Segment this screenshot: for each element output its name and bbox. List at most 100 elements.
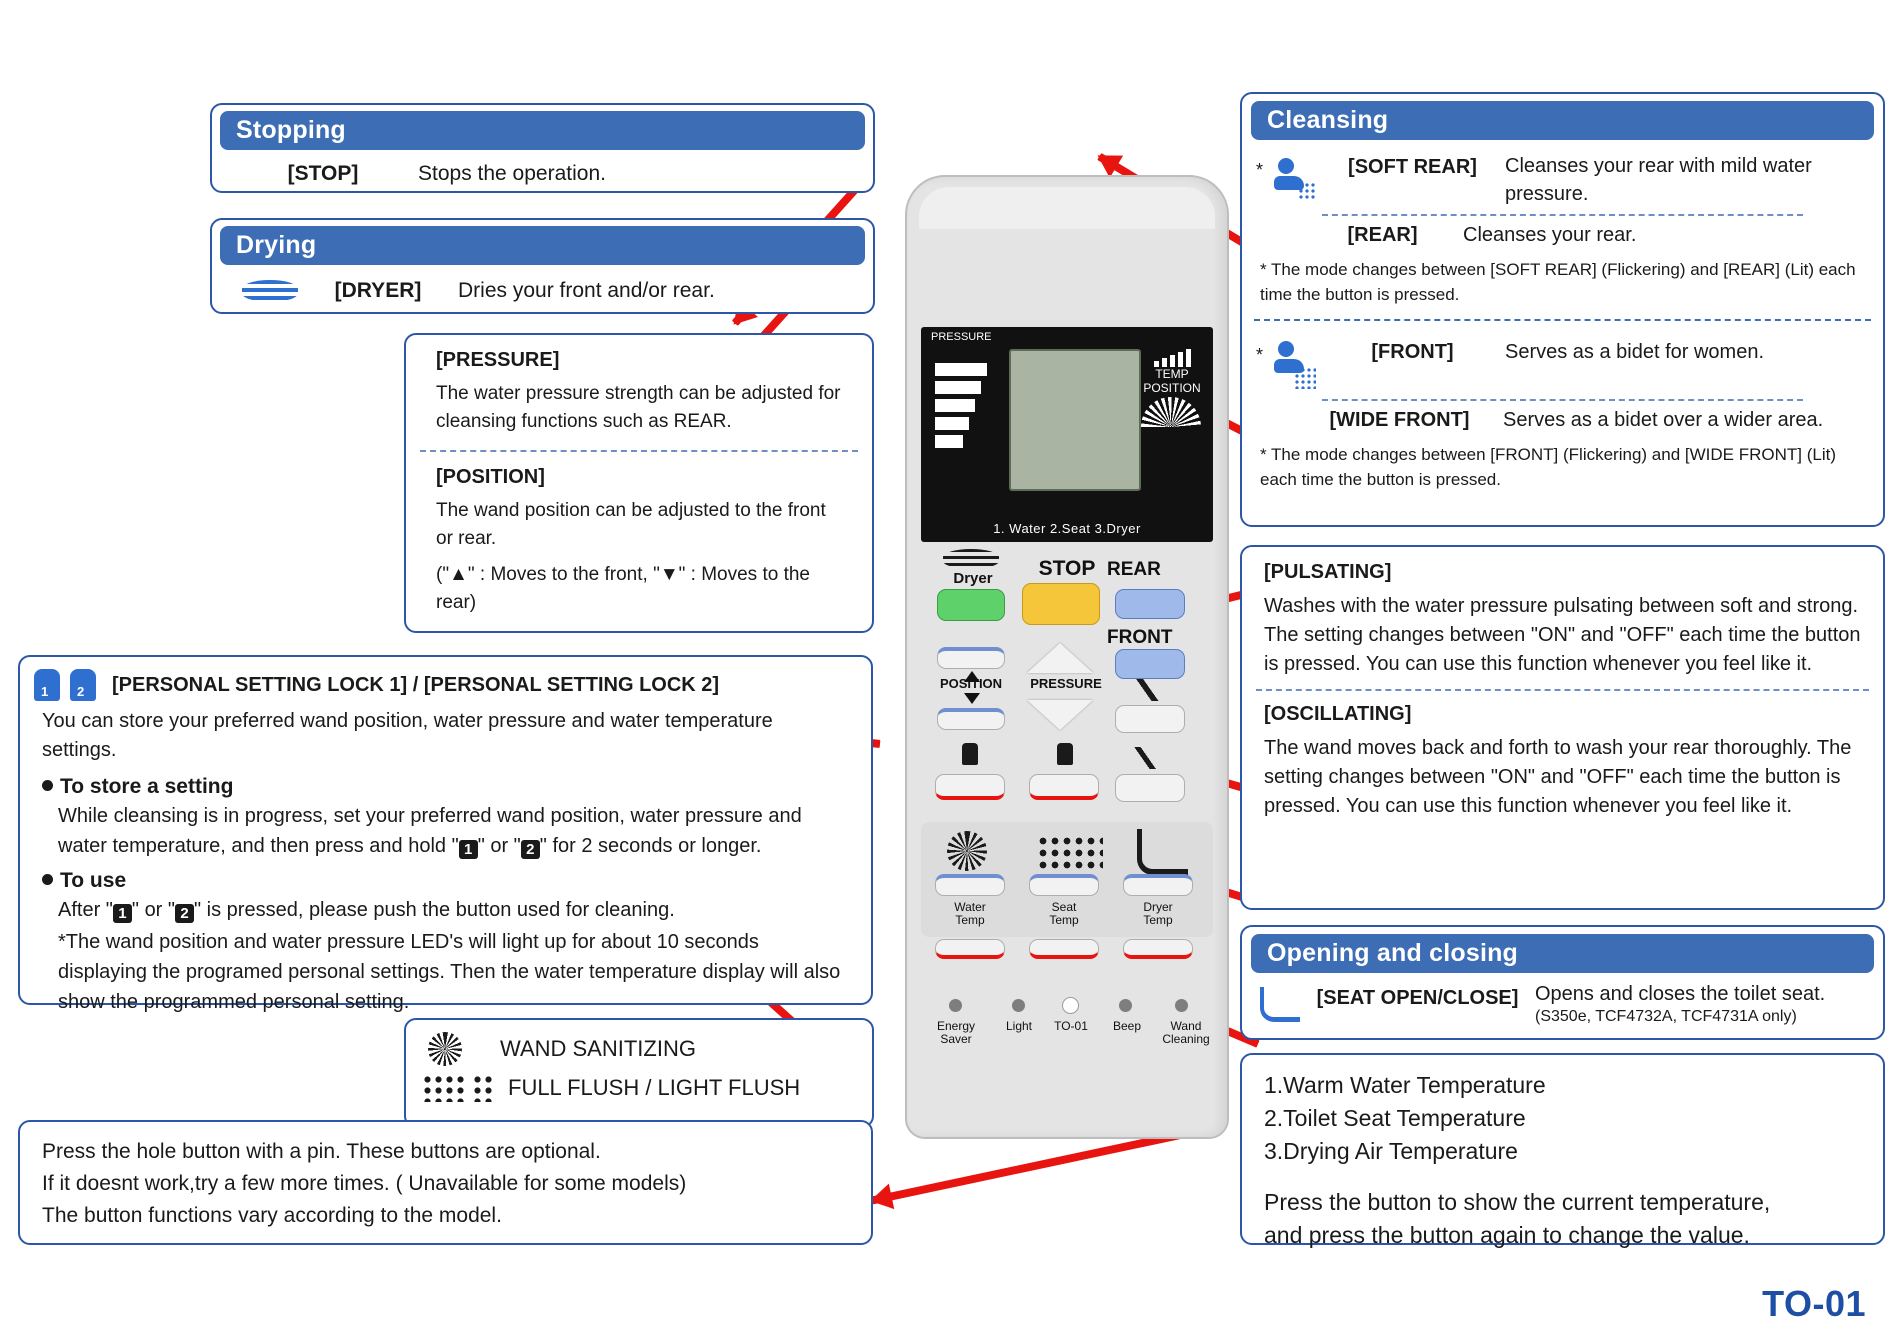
dryer-button[interactable] bbox=[937, 589, 1005, 621]
seat-open-row: [SEAT OPEN/CLOSE] Opens and closes the t… bbox=[1242, 973, 1883, 1026]
lcd-pressure-label: PRESSURE bbox=[931, 331, 992, 343]
lcd-bottom-labels: 1. Water 2.Seat 3.Dryer bbox=[993, 521, 1141, 536]
position-fan-icon bbox=[1141, 397, 1201, 427]
pressure-text: The water pressure strength can be adjus… bbox=[436, 383, 841, 432]
drying-row: [DRYER] Dries your front and/or rear. bbox=[212, 265, 873, 303]
position-label: [POSITION] bbox=[436, 466, 545, 488]
panel-stopping: Stopping [STOP] Stops the operation. bbox=[210, 103, 875, 193]
label-front: FRONT bbox=[1107, 627, 1173, 648]
light-hole[interactable] bbox=[1012, 999, 1025, 1012]
store-title: To store a setting bbox=[60, 775, 234, 798]
store-key1: 1 bbox=[458, 840, 478, 859]
panel-cleansing: Cleansing * [SOFT REAR] Cleanses your re… bbox=[1240, 92, 1885, 527]
divider-pressure-position bbox=[420, 450, 858, 452]
stop-button[interactable] bbox=[1022, 583, 1100, 625]
lock2-button[interactable] bbox=[1029, 774, 1099, 800]
manual-page: PRESSURE TEMP POSITION 1. Water 2.Seat 3… bbox=[0, 0, 1900, 1343]
panel-pressure-position: [PRESSURE] The water pressure strength c… bbox=[404, 333, 874, 633]
personal-lock-heading-row: 1 2 [PERSONAL SETTING LOCK 1] / [PERSONA… bbox=[20, 657, 871, 701]
label-light: Light bbox=[1005, 1019, 1033, 1033]
seat-open-sub: (S350e, TCF4732A, TCF4731A only) bbox=[1535, 1008, 1797, 1025]
label-to01: TO-01 bbox=[1054, 1019, 1088, 1033]
lock1-button[interactable] bbox=[935, 774, 1005, 800]
personal-lock-intro: You can store your preferred wand positi… bbox=[42, 710, 773, 761]
panel-sanitize-flush: WAND SANITIZING FULL FLUSH / LIGHT FLUSH bbox=[404, 1018, 874, 1128]
divider-pulsating bbox=[1256, 689, 1869, 691]
hole-note-line2: If it doesnt work,try a few more times. … bbox=[42, 1172, 687, 1195]
label-water-temp-line2: Temp bbox=[955, 913, 985, 927]
front-text: Serves as a bidet for women. bbox=[1505, 341, 1765, 363]
label-energy-saver: Energy Saver bbox=[923, 1020, 989, 1046]
stop-text: Stops the operation. bbox=[418, 162, 606, 185]
page-code: TO-01 bbox=[1762, 1283, 1866, 1324]
front-person-spray-icon bbox=[1272, 337, 1320, 393]
seat-open-textblock: Opens and closes the toilet seat. (S350e… bbox=[1535, 983, 1871, 1026]
dryer-temp-down-button[interactable] bbox=[1123, 939, 1193, 959]
use-key2: 2 bbox=[175, 904, 195, 923]
panel-drying: Drying [DRYER] Dries your front and/or r… bbox=[210, 218, 875, 314]
remote-top-bezel bbox=[919, 187, 1215, 229]
dryer-waves-icon-remote bbox=[943, 549, 999, 569]
panel-drying-title: Drying bbox=[220, 226, 865, 265]
use-text-c: " is pressed, please push the button use… bbox=[194, 899, 675, 921]
lock2-person-icon: 2 bbox=[70, 669, 96, 701]
position-note: ("▲" : Moves to the front, "▼" : Moves t… bbox=[436, 564, 810, 613]
temp-line4: Press the button to show the current tem… bbox=[1264, 1189, 1771, 1215]
personal-lock-note: *The wand position and water pressure LE… bbox=[58, 931, 841, 1013]
front-label: [FRONT] bbox=[1371, 341, 1454, 363]
stopping-row: [STOP] Stops the operation. bbox=[212, 150, 873, 186]
wand-sanitizing-label: WAND SANITIZING bbox=[500, 1036, 696, 1061]
label-wand-cleaning: Wand Cleaning bbox=[1151, 1020, 1221, 1046]
use-text: After " 1 " or " 2 " is pressed, please push… bbox=[20, 893, 871, 925]
position-down-arrow-icon bbox=[964, 693, 980, 704]
pulsating-button[interactable] bbox=[1115, 705, 1185, 733]
lcd-screen bbox=[1009, 349, 1141, 491]
energy-saver-hole[interactable] bbox=[949, 999, 962, 1012]
oscillating-text: The wand moves back and forth to wash yo… bbox=[1264, 737, 1852, 817]
panel-opening-title: Opening and closing bbox=[1251, 934, 1874, 973]
water-temp-down-button[interactable] bbox=[935, 939, 1005, 959]
arrow-holebuttons bbox=[871, 1130, 1186, 1205]
label-energy-saver-line1: Energy bbox=[936, 1019, 976, 1033]
soft-rear-row: * [SOFT REAR] Cleanses your rear with mi… bbox=[1242, 140, 1883, 208]
panel-opening-closing: Opening and closing [SEAT OPEN/CLOSE] Op… bbox=[1240, 925, 1885, 1040]
rear-button[interactable] bbox=[1115, 589, 1185, 619]
oscillating-label: [OSCILLATING] bbox=[1264, 703, 1412, 725]
store-text-c: " for 2 seconds or longer. bbox=[539, 835, 762, 857]
rear-text: Cleanses your rear. bbox=[1463, 224, 1637, 246]
label-seat-temp: Seat Temp bbox=[1029, 901, 1099, 927]
label-pressure: PRESSURE bbox=[1030, 676, 1102, 691]
dryer-temp-button[interactable] bbox=[1123, 874, 1193, 896]
beep-hole[interactable] bbox=[1119, 999, 1132, 1012]
label-stop: STOP bbox=[1038, 557, 1096, 580]
pressure-bars bbox=[935, 363, 987, 453]
position-up-button[interactable] bbox=[937, 647, 1005, 669]
lcd-temp-label: TEMP bbox=[1155, 367, 1189, 381]
to01-hole[interactable] bbox=[1062, 997, 1079, 1014]
temp-position-indicator: TEMP POSITION bbox=[1141, 345, 1203, 427]
pulsating-label: [PULSATING] bbox=[1264, 561, 1392, 583]
cleansing-note-1: * The mode changes between [SOFT REAR] (… bbox=[1260, 260, 1856, 304]
front-button[interactable] bbox=[1115, 649, 1185, 679]
pressure-down-triangle-icon bbox=[1027, 700, 1093, 730]
light-flush-icon bbox=[472, 1074, 494, 1102]
oscillating-button[interactable] bbox=[1115, 774, 1185, 802]
rear-person-spray-icon bbox=[1272, 152, 1320, 208]
position-down-button[interactable] bbox=[937, 708, 1005, 730]
seat-open-close-icon-remote bbox=[1137, 829, 1188, 875]
soft-rear-label: [SOFT REAR] bbox=[1348, 156, 1477, 178]
dryer-waves-icon bbox=[242, 280, 298, 302]
water-temp-button[interactable] bbox=[935, 874, 1005, 896]
panel-pulsating-oscillating: [PULSATING] Washes with the water pressu… bbox=[1240, 545, 1885, 910]
seat-temp-down-button[interactable] bbox=[1029, 939, 1099, 959]
store-title-row: To store a setting bbox=[20, 765, 871, 799]
flush-label: FULL FLUSH / LIGHT FLUSH bbox=[508, 1075, 801, 1100]
temp-line5: and press the button again to change the… bbox=[1264, 1222, 1750, 1248]
wand-cleaning-hole[interactable] bbox=[1175, 999, 1188, 1012]
stop-label: [STOP] bbox=[287, 162, 359, 185]
panel-personal-lock: 1 2 [PERSONAL SETTING LOCK 1] / [PERSONA… bbox=[18, 655, 873, 1013]
seat-open-label: [SEAT OPEN/CLOSE] bbox=[1316, 987, 1519, 1009]
store-text: While cleansing is in progress, set your… bbox=[20, 799, 871, 861]
seat-temp-button[interactable] bbox=[1029, 874, 1099, 896]
pulsating-text: Washes with the water pressure pulsating… bbox=[1264, 595, 1861, 675]
